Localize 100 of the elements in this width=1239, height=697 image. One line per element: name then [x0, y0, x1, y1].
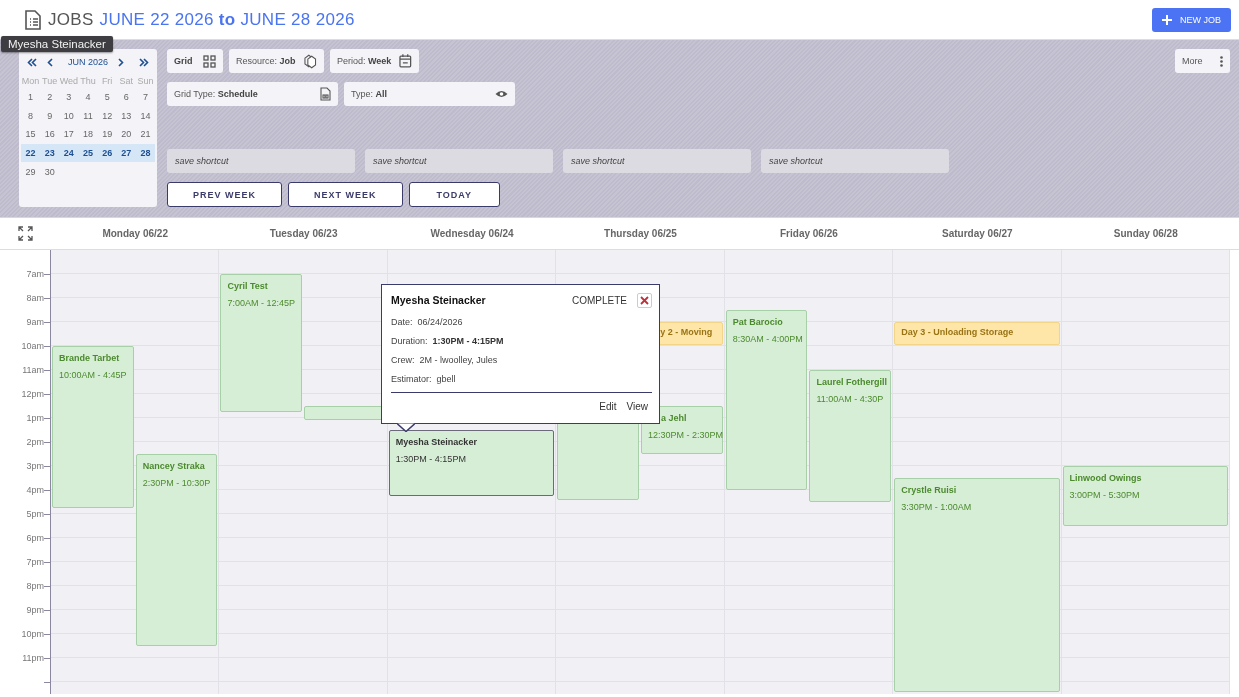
calendar-day[interactable]: 9 [40, 110, 60, 121]
detail-line: Date: 06/24/2026 [391, 316, 464, 329]
job-block[interactable]: Brande Tarbet 10:00AM - 4:45P [52, 346, 134, 508]
job-name: a Jehl [661, 413, 687, 423]
shortcut-field[interactable]: save shortcut [365, 149, 553, 173]
hour-label: 1pm [26, 413, 44, 423]
prev-week-button[interactable]: PREV WEEK [167, 182, 282, 207]
close-button[interactable] [637, 292, 652, 308]
shortcut-field[interactable]: save shortcut [167, 149, 355, 173]
day-header: Monday 06/22 [102, 228, 168, 239]
hour-label: 11am [22, 365, 44, 375]
calendar-day[interactable]: 16 [40, 129, 60, 140]
hour-label: 3pm [26, 461, 44, 471]
note-block[interactable]: Day 3 - Unloading Storage [894, 322, 1060, 345]
calendar-day[interactable]: 25 [78, 143, 98, 163]
calendar-day[interactable]: 1 [21, 92, 41, 103]
hour-label: 9pm [26, 605, 44, 615]
calendar-day[interactable]: 3 [59, 92, 79, 103]
job-name: Laurel Fothergill [816, 377, 887, 387]
weekday-label: Tue [41, 76, 59, 86]
weekday-label: Mon [21, 76, 41, 86]
new-job-button[interactable]: NEW JOB [1152, 7, 1231, 32]
calendar-day[interactable]: 8 [21, 110, 41, 121]
calendar-day[interactable]: 29 [21, 166, 41, 177]
plus-icon [1162, 14, 1172, 25]
job-name: Brande Tarbet [59, 353, 120, 363]
calendar-day[interactable]: 24 [59, 143, 79, 163]
calendar-day[interactable]: 2 [40, 92, 60, 103]
double-chevron-left-icon[interactable] [27, 57, 37, 67]
calendar-day[interactable]: 23 [40, 143, 60, 163]
job-block[interactable]: Crystle Ruisi 3:30PM - 1:00AM [894, 478, 1060, 693]
document-icon [24, 9, 42, 30]
hour-label: 10am [21, 341, 44, 351]
calendar-day[interactable]: 18 [78, 129, 98, 140]
next-week-button[interactable]: NEXT WEEK [288, 182, 403, 207]
job-block[interactable]: Myesha Steinacker 1:30PM - 4:15PM [388, 430, 555, 496]
weekday-label: Wed [59, 76, 79, 86]
grid-type-selector[interactable]: Grid Type: Schedule [167, 82, 338, 106]
calendar-day[interactable]: 12 [97, 110, 117, 121]
calendar-day[interactable]: 26 [97, 143, 117, 163]
day-header: Friday 06/26 [780, 228, 838, 239]
calendar-day[interactable]: 13 [116, 110, 136, 121]
double-chevron-right-icon[interactable] [138, 57, 149, 67]
period-selector[interactable]: Period: Week [330, 49, 419, 73]
calendar-day[interactable]: 22 [21, 143, 41, 163]
hour-label: 2pm [26, 437, 44, 447]
job-block[interactable]: Linwood Owings 3:00PM - 5:30PM [1062, 466, 1228, 526]
day-header: Wednesday 06/24 [430, 228, 514, 239]
calendar-day[interactable]: 7 [135, 92, 155, 103]
job-time: 10:00AM - 4:45P [59, 370, 127, 380]
calendar-day[interactable]: 14 [135, 110, 155, 121]
calendar-day[interactable]: 17 [59, 129, 79, 140]
hour-label: 12pm [21, 389, 44, 399]
weekday-label: Fri [100, 76, 114, 86]
type-selector[interactable]: Type: All [344, 82, 515, 106]
calendar-day[interactable]: 30 [40, 166, 60, 177]
close-icon [640, 295, 649, 305]
job-name: y 2 - Moving [660, 327, 713, 337]
calendar-day[interactable]: 6 [116, 92, 136, 103]
calendar-icon [399, 54, 412, 68]
calendar-day[interactable]: 4 [78, 92, 98, 103]
job-time: 7:00AM - 12:45P [227, 298, 295, 308]
grid-view-button[interactable]: Grid [167, 49, 223, 73]
expand-icon[interactable] [18, 226, 33, 241]
detail-line: Estimator: gbell [391, 373, 457, 386]
edit-link[interactable]: Edit [599, 401, 617, 412]
job-block[interactable]: Cyril Test 7:00AM - 12:45P [220, 274, 303, 412]
job-time: 2:30PM - 10:30P [142, 478, 211, 488]
job-block[interactable]: Laurel Fothergill 11:00AM - 4:30P [809, 370, 892, 502]
calendar-day[interactable]: 28 [135, 143, 155, 163]
job-block[interactable]: Nancey Straka 2:30PM - 10:30P [135, 454, 218, 646]
day-header: Thursday 06/25 [604, 228, 677, 239]
calendar-day[interactable]: 19 [97, 129, 117, 140]
calendar-day[interactable]: 15 [21, 129, 41, 140]
job-block[interactable]: Pat Barocio 8:30AM - 4:00PM [725, 310, 808, 490]
resource-selector[interactable]: Resource: Job [229, 49, 324, 73]
calendar-day[interactable]: 10 [59, 110, 79, 121]
shortcut-field[interactable]: save shortcut [563, 149, 751, 173]
shortcut-field[interactable]: save shortcut [761, 149, 949, 173]
date-range: JUNE 22 2026 to JUNE 28 2026 [99, 9, 355, 30]
hour-label: 7pm [26, 557, 44, 567]
job-name: Linwood Owings [1069, 473, 1142, 483]
detail-line: Crew: 2M - lwoolley, Jules [391, 354, 499, 367]
calendar-day[interactable]: 5 [97, 92, 117, 103]
calendar-day[interactable]: 27 [116, 143, 136, 163]
today-button[interactable]: TODAY [408, 182, 501, 207]
job-name: Day 3 - Unloading Storage [901, 327, 1014, 337]
hour-label: 10pm [21, 629, 44, 639]
stacked-pages-icon [303, 53, 317, 69]
kebab-menu-icon [1220, 55, 1223, 67]
calendar-day[interactable]: 20 [116, 129, 136, 140]
day-header: Sunday 06/28 [1113, 228, 1178, 239]
detail-line: Duration: 1:30PM - 4:15PM [391, 335, 505, 348]
calendar-day[interactable]: 21 [135, 129, 155, 140]
weekday-label: Sun [136, 76, 155, 86]
more-button[interactable]: More [1175, 49, 1230, 73]
file-icon [320, 87, 331, 101]
page-title: JOBS [48, 9, 94, 30]
calendar-day[interactable]: 11 [78, 110, 98, 121]
job-name: Pat Barocio [732, 317, 783, 327]
